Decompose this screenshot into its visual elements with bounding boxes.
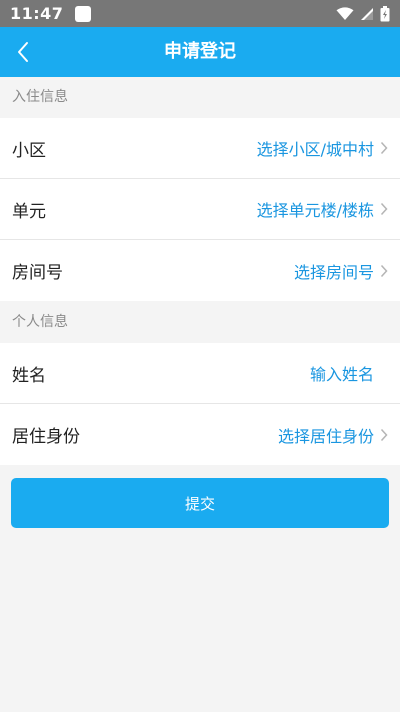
row-value: 选择小区/城中村 bbox=[256, 140, 374, 159]
chevron-right-icon bbox=[376, 264, 388, 278]
signal-icon bbox=[361, 7, 373, 20]
personal-info-card: 姓名 输入姓名 居住身份 选择居住身份 bbox=[0, 343, 400, 465]
row-label: 小区 bbox=[12, 140, 46, 161]
section-header-personal: 个人信息 bbox=[12, 314, 68, 330]
battery-icon bbox=[380, 5, 390, 21]
chevron-right-icon bbox=[376, 428, 388, 442]
chevron-right-icon bbox=[376, 202, 388, 216]
name-row[interactable]: 姓名 输入姓名 bbox=[0, 343, 400, 404]
residence-status-row[interactable]: 居住身份 选择居住身份 bbox=[0, 404, 400, 465]
row-label: 姓名 bbox=[12, 365, 46, 386]
notification-icon bbox=[75, 5, 92, 22]
submit-button[interactable]: 提交 bbox=[11, 478, 389, 528]
chevron-left-icon bbox=[18, 42, 28, 62]
section-header-residence: 入住信息 bbox=[12, 89, 68, 105]
row-label: 房间号 bbox=[12, 263, 63, 283]
room-number-row[interactable]: 房间号 选择房间号 bbox=[0, 240, 400, 301]
row-label: 单元 bbox=[12, 201, 46, 222]
status-icons bbox=[336, 5, 390, 22]
name-input[interactable]: 输入姓名 bbox=[310, 361, 374, 385]
row-label: 居住身份 bbox=[12, 427, 80, 447]
status-bar: 11:47 bbox=[0, 0, 400, 27]
wifi-icon bbox=[336, 6, 354, 20]
row-value: 选择单元楼/楼栋 bbox=[256, 201, 374, 220]
nav-bar: 申请登记 bbox=[0, 27, 400, 77]
back-button[interactable] bbox=[8, 37, 38, 67]
row-value: 选择房间号 bbox=[293, 262, 374, 282]
unit-row[interactable]: 单元 选择单元楼/楼栋 bbox=[0, 179, 400, 240]
page-title: 申请登记 bbox=[164, 41, 236, 62]
chevron-right-icon bbox=[376, 141, 388, 155]
status-time: 11:47 bbox=[10, 4, 64, 23]
row-value: 选择居住身份 bbox=[277, 426, 374, 446]
residence-info-card: 小区 选择小区/城中村 单元 选择单元楼/楼栋 房间号 选择房间号 bbox=[0, 118, 400, 301]
community-row[interactable]: 小区 选择小区/城中村 bbox=[0, 118, 400, 179]
